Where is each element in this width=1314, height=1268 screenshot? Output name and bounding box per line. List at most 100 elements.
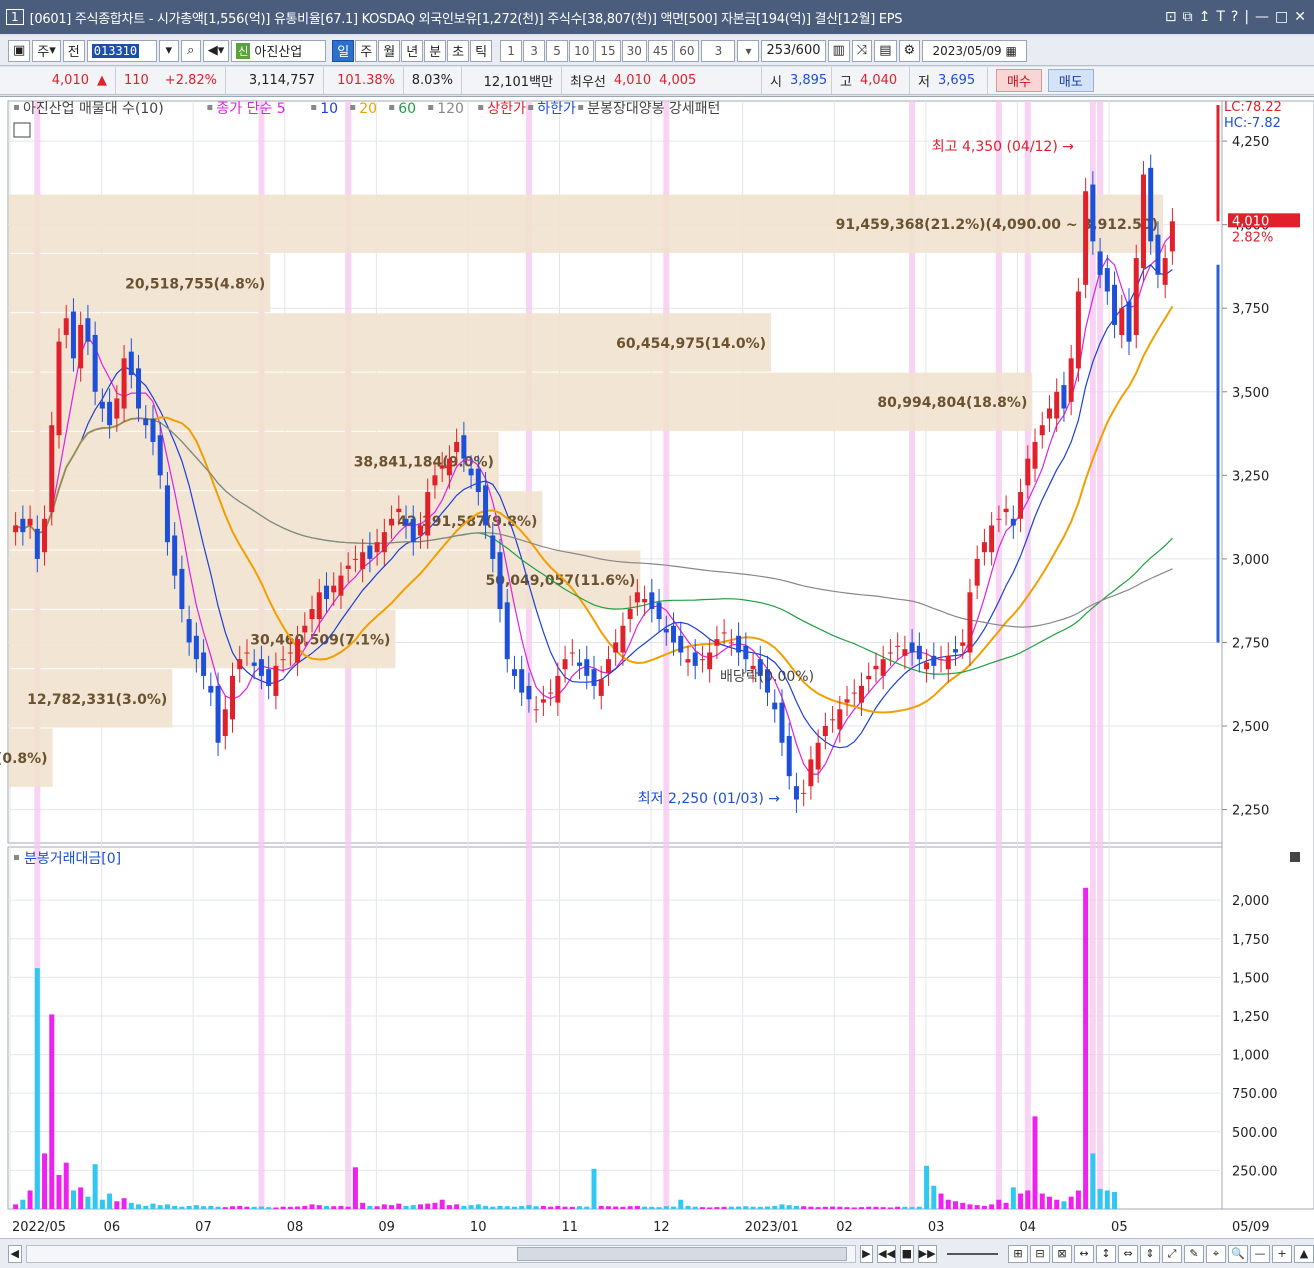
layout-icon[interactable]: ▣	[8, 39, 31, 62]
candle-body	[20, 518, 26, 533]
draw-tool-12[interactable]: +	[1272, 1244, 1293, 1263]
stock-name-field[interactable]: 신 아진산업	[231, 39, 327, 62]
draw-tool-13[interactable]: ▲	[1294, 1244, 1314, 1263]
rewind-icon[interactable]: ◀◀	[877, 1244, 897, 1263]
x-tick-label: 12	[653, 1220, 670, 1235]
interval-tab-6[interactable]: 45	[647, 39, 674, 62]
window-button-6[interactable]: —	[1255, 9, 1269, 25]
volume-bar	[483, 1205, 489, 1209]
candle-body	[1119, 308, 1125, 335]
volume-bar	[887, 1207, 893, 1209]
pattern-highlight	[1024, 101, 1031, 1209]
draw-tool-7[interactable]: ⤢	[1162, 1244, 1183, 1263]
stock-code-input[interactable]: 013310	[86, 39, 157, 62]
volume-bar	[193, 1205, 199, 1209]
volume-bar	[765, 1206, 771, 1209]
candle-body	[280, 659, 286, 661]
interval-tab-3[interactable]: 10	[569, 39, 595, 62]
market-select[interactable]: 주 ▾	[32, 39, 61, 62]
window-button-7[interactable]: □	[1275, 9, 1288, 25]
volume-bar	[620, 1206, 626, 1209]
price-tick-label: 2,750	[1232, 636, 1269, 651]
gear-icon[interactable]: ⚙	[898, 39, 921, 62]
volume-bar	[830, 1206, 836, 1209]
count-select[interactable]: 3	[701, 39, 736, 62]
window-button-4[interactable]: ?	[1231, 9, 1238, 25]
price-chart-svg[interactable]: 2022/05 06 07 08 09 10 11 12 2023/01 02 03 04 05 05/0…	[0, 97, 1314, 1239]
draw-tool-2[interactable]: ⊠	[1052, 1244, 1073, 1263]
draw-tool-3[interactable]: ↔	[1074, 1244, 1095, 1263]
draw-tool-0[interactable]: ⊞	[1008, 1244, 1029, 1263]
candle-body	[728, 642, 734, 644]
volume-bar	[92, 1164, 98, 1209]
interval-tab-2[interactable]: 5	[546, 39, 569, 62]
window-button-2[interactable]: ↥	[1199, 9, 1211, 25]
sell-button[interactable]: 매도	[1047, 69, 1094, 92]
draw-tool-8[interactable]: ✎	[1184, 1244, 1205, 1263]
stop-icon[interactable]: ■	[900, 1244, 914, 1263]
period-tab-3[interactable]: 년	[401, 39, 424, 62]
interval-tab-0[interactable]: 1	[500, 39, 523, 62]
volume-bar	[714, 1207, 720, 1209]
volume-bar	[27, 1190, 33, 1209]
window-button-8[interactable]: ✕	[1294, 9, 1306, 25]
period-tab-1[interactable]: 주	[355, 39, 378, 62]
interval-tab-1[interactable]: 3	[523, 39, 546, 62]
candle-body	[562, 659, 568, 670]
buy-button[interactable]: 매수	[996, 69, 1042, 92]
display-count-input[interactable]: 253/600	[761, 39, 826, 62]
candle-body	[1075, 291, 1081, 369]
draw-tool-5[interactable]: ⇔	[1118, 1244, 1139, 1263]
chart-area[interactable]: 2022/05 06 07 08 09 10 11 12 2023/01 02 03 04 05 05/0…	[0, 96, 1314, 1238]
date-input[interactable]: 2023/05/09 ▦	[922, 39, 1028, 62]
window-button-1[interactable]: ⧉	[1183, 9, 1193, 25]
period-tab-0[interactable]: 일	[332, 39, 355, 62]
draw-tool-10[interactable]: 🔍	[1228, 1244, 1249, 1263]
forward-icon[interactable]: ▶▶	[917, 1244, 937, 1263]
draw-tool-1[interactable]: ⊟	[1030, 1244, 1051, 1263]
candle-body	[425, 492, 431, 536]
search-icon[interactable]: ⌕	[180, 39, 201, 62]
interval-tab-4[interactable]: 15	[595, 39, 621, 62]
volume-bar	[656, 1207, 662, 1209]
draw-tool-4[interactable]: ↕	[1096, 1244, 1117, 1263]
stock-name: 아진산업	[254, 45, 303, 60]
window-button-5[interactable]: |	[1244, 9, 1249, 25]
candle-body	[649, 592, 655, 610]
draw-tool-11[interactable]: —	[1250, 1244, 1271, 1263]
volume-bar	[1018, 1193, 1024, 1209]
volume-bar	[446, 1205, 452, 1209]
draw-tool-9[interactable]: ⌖	[1206, 1244, 1227, 1263]
candle-body	[345, 565, 351, 569]
period-tab-5[interactable]: 초	[447, 39, 470, 62]
min-price-annotation: 최저 2,250 (01/03) →	[638, 791, 780, 807]
candle-body	[916, 645, 922, 660]
volume-bar	[866, 1206, 872, 1209]
scrollbar-thumb[interactable]	[516, 1246, 847, 1261]
period-tab-6[interactable]: 틱	[470, 39, 493, 62]
scroll-left-icon[interactable]: ◀	[8, 1244, 22, 1263]
code-dropdown-icon[interactable]: ▾	[158, 39, 179, 62]
x-tick-label: 08	[287, 1220, 304, 1235]
candle-body	[598, 679, 604, 696]
volume-bar	[562, 1206, 568, 1209]
speaker-icon[interactable]: ◀▾	[202, 39, 230, 62]
zoom-slider[interactable]	[946, 1252, 999, 1255]
window-button-0[interactable]: ⊡	[1165, 9, 1177, 25]
count-dropdown-icon[interactable]: ▾	[737, 39, 760, 62]
candle-type-icon[interactable]: ▥	[827, 39, 850, 62]
period-tab-4[interactable]: 분	[424, 39, 447, 62]
volume-bar	[417, 1204, 423, 1209]
interval-tab-7[interactable]: 60	[674, 39, 700, 62]
window-button-3[interactable]: T	[1216, 9, 1225, 25]
chart-scrollbar[interactable]	[25, 1244, 856, 1263]
period-tab-2[interactable]: 월	[378, 39, 401, 62]
draw-tool-6[interactable]: ⇕	[1140, 1244, 1161, 1263]
save-icon[interactable]: ▤	[874, 39, 897, 62]
volume-bar	[490, 1206, 496, 1209]
compare-icon[interactable]: ⤨	[851, 39, 873, 62]
candle-body	[902, 649, 908, 656]
play-icon[interactable]: ▶	[859, 1244, 874, 1263]
prev-button[interactable]: 전	[62, 39, 85, 62]
interval-tab-5[interactable]: 30	[621, 39, 647, 62]
